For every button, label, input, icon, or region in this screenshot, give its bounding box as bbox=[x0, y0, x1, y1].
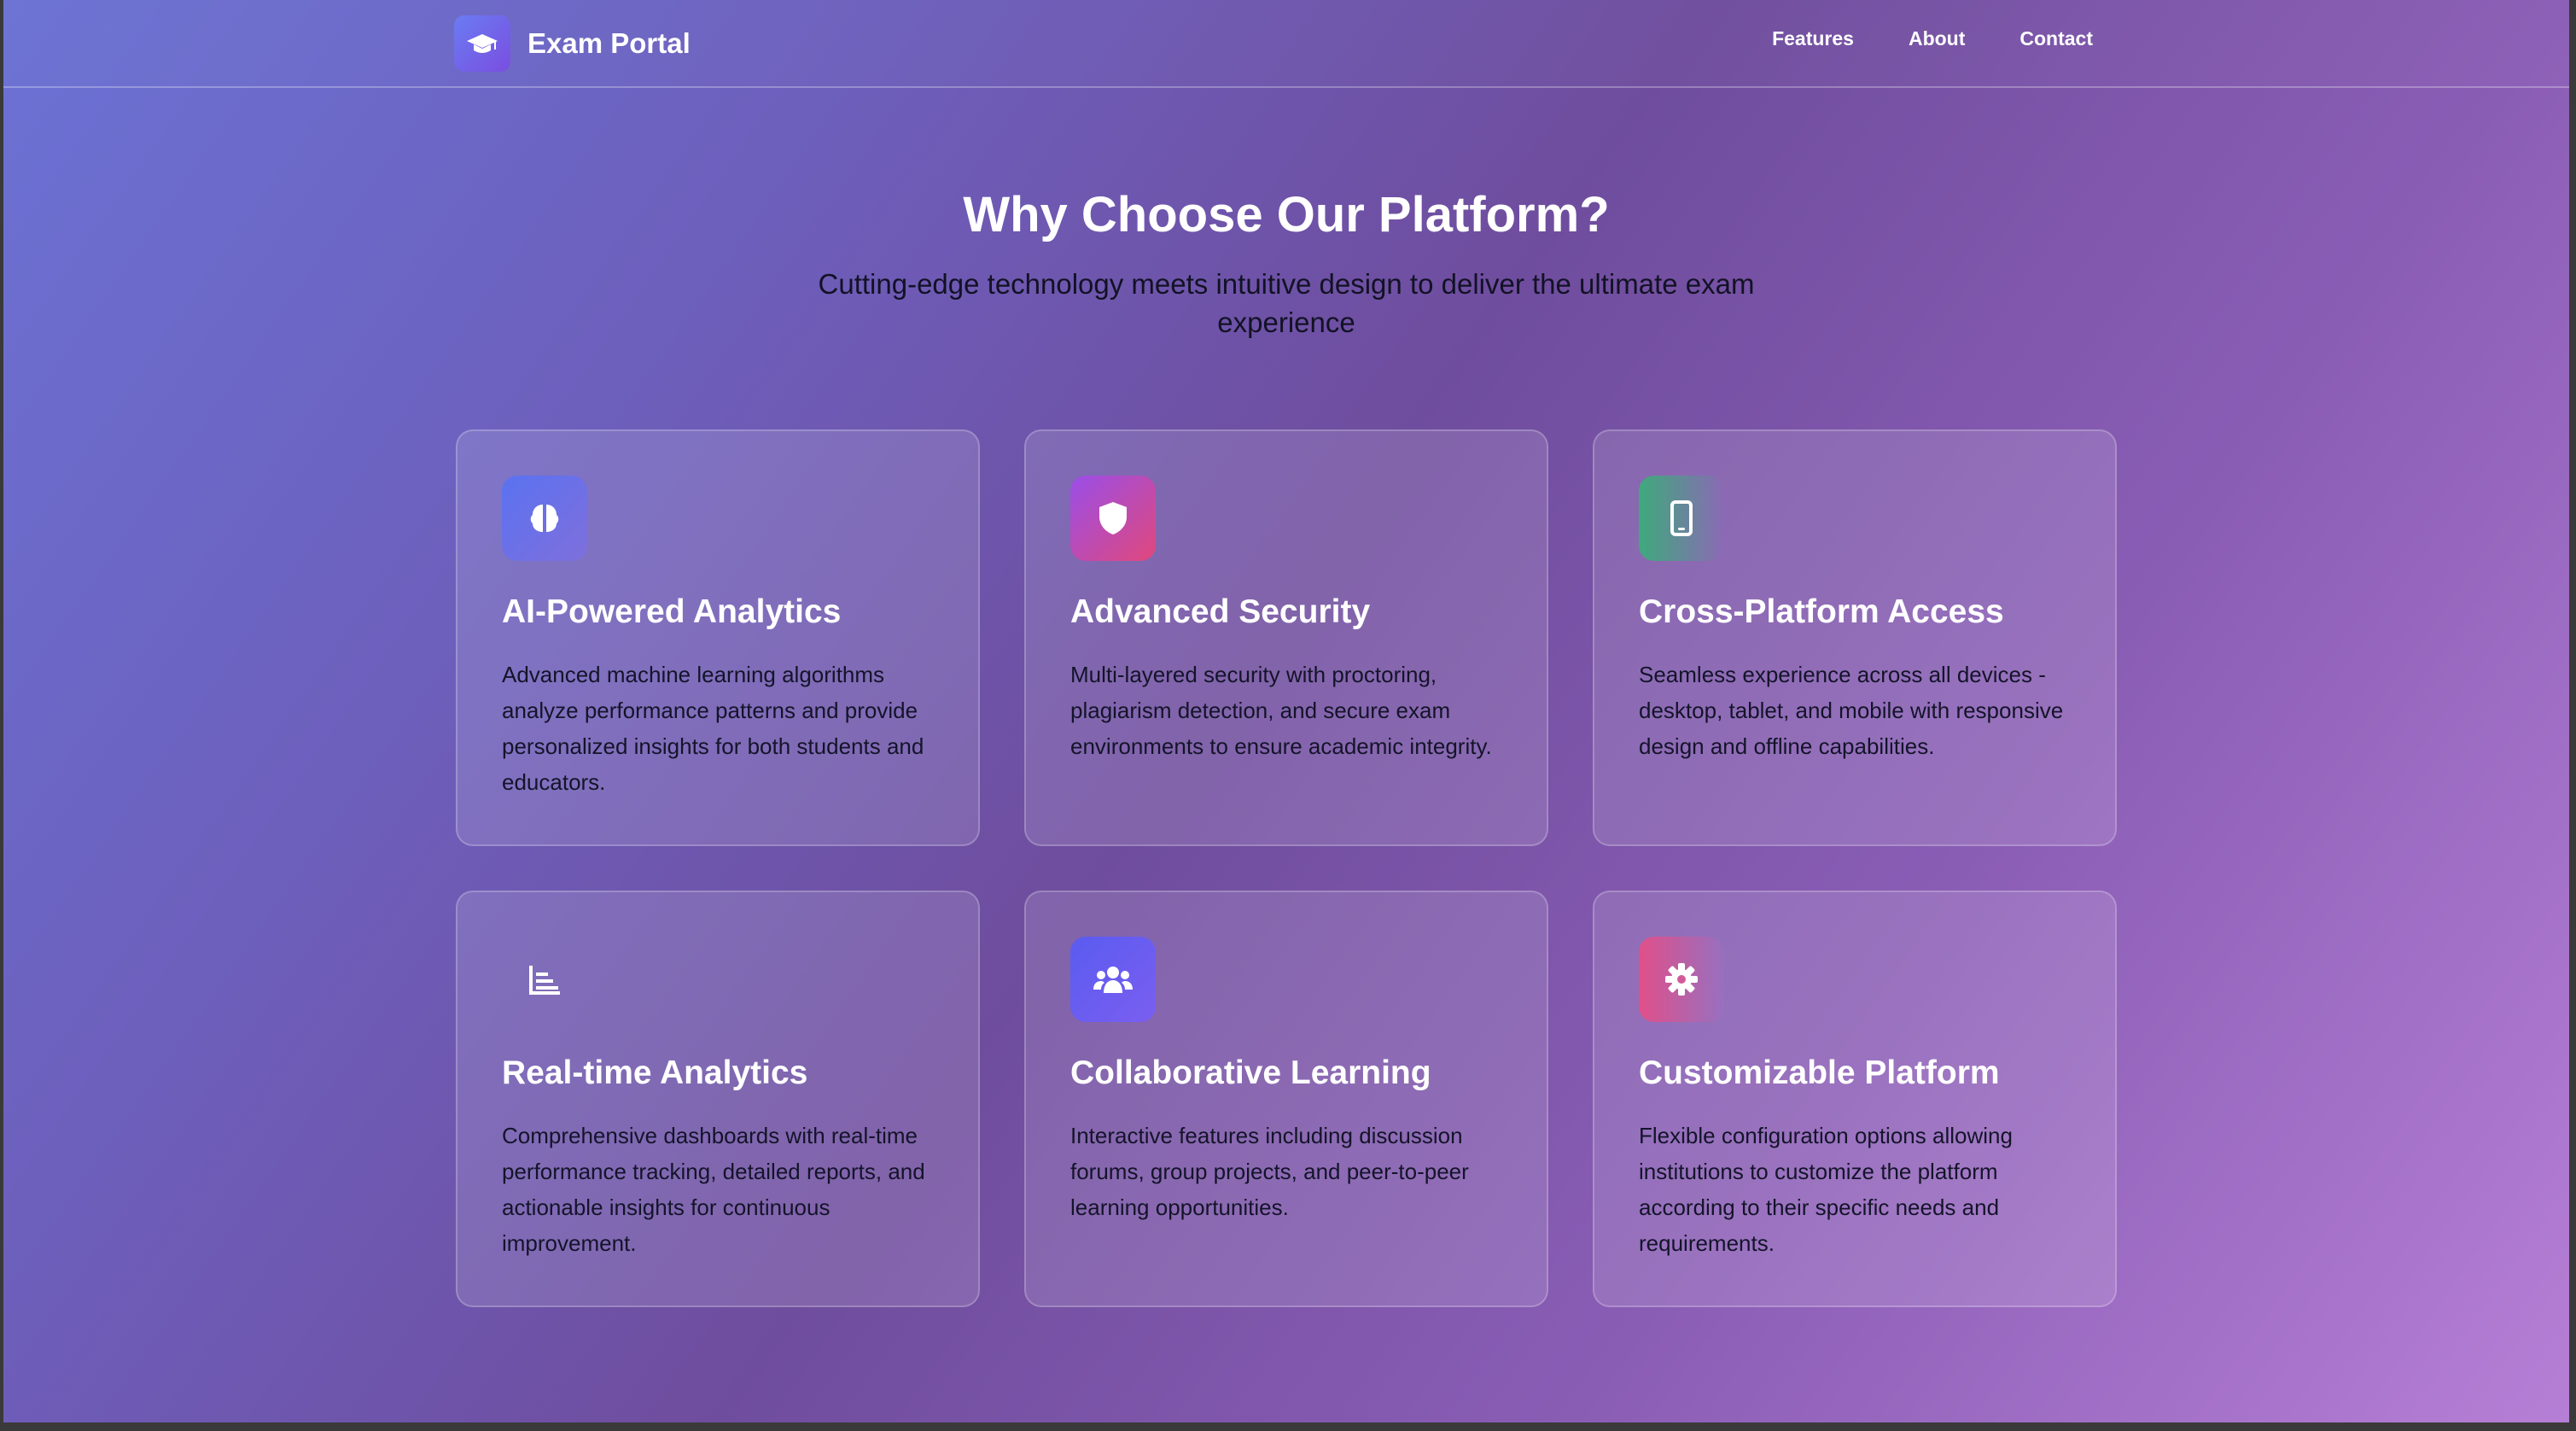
feature-title: Advanced Security bbox=[1070, 593, 1371, 630]
feature-card-realtime-analytics: Real-time Analytics Comprehensive dashbo… bbox=[456, 891, 980, 1307]
feature-title: Real-time Analytics bbox=[502, 1054, 808, 1091]
feature-description: Multi-layered security with proctoring, … bbox=[1070, 662, 1492, 759]
mobile-icon bbox=[1639, 476, 1724, 561]
feature-card-security: Advanced Security Multi-layered security… bbox=[1024, 429, 1548, 846]
page: Exam Portal Features About Contact Why C… bbox=[3, 0, 2569, 1422]
users-icon bbox=[1070, 937, 1156, 1022]
bar-chart-icon bbox=[502, 937, 587, 1022]
feature-card-cross-platform: Cross-Platform Access Seamless experienc… bbox=[1593, 429, 2117, 846]
feature-card-collaborative: Collaborative Learning Interactive featu… bbox=[1024, 891, 1548, 1307]
page-title: Why Choose Our Platform? bbox=[963, 187, 1610, 242]
feature-title: Customizable Platform bbox=[1639, 1054, 2000, 1091]
gear-icon bbox=[1639, 937, 1724, 1022]
brand-name: Exam Portal bbox=[527, 27, 691, 59]
top-navbar: Exam Portal Features About Contact bbox=[3, 0, 2569, 88]
brain-icon bbox=[502, 476, 587, 561]
page-subtitle: Cutting-edge technology meets intuitive … bbox=[818, 268, 1755, 338]
feature-title: AI-Powered Analytics bbox=[502, 593, 842, 630]
feature-title: Collaborative Learning bbox=[1070, 1054, 1431, 1091]
brand[interactable]: Exam Portal bbox=[454, 15, 691, 72]
features-grid: AI-Powered Analytics Advanced machine le… bbox=[456, 429, 2118, 1307]
nav-link-contact[interactable]: Contact bbox=[2019, 27, 2093, 50]
feature-description: Advanced machine learning algorithms ana… bbox=[502, 662, 924, 795]
feature-description: Seamless experience across all devices -… bbox=[1639, 662, 2064, 759]
feature-description: Interactive features including discussio… bbox=[1070, 1123, 1469, 1220]
feature-description: Flexible configuration options allowing … bbox=[1639, 1123, 2013, 1256]
nav-link-features[interactable]: Features bbox=[1772, 27, 1854, 50]
feature-card-ai-analytics: AI-Powered Analytics Advanced machine le… bbox=[456, 429, 980, 846]
feature-card-customizable: Customizable Platform Flexible configura… bbox=[1593, 891, 2117, 1307]
nav-link-about[interactable]: About bbox=[1909, 27, 1965, 50]
feature-description: Comprehensive dashboards with real-time … bbox=[502, 1123, 925, 1256]
feature-title: Cross-Platform Access bbox=[1639, 593, 2004, 630]
nav-links: Features About Contact bbox=[1772, 27, 2093, 50]
graduation-cap-icon bbox=[454, 15, 510, 72]
shield-icon bbox=[1070, 476, 1156, 561]
